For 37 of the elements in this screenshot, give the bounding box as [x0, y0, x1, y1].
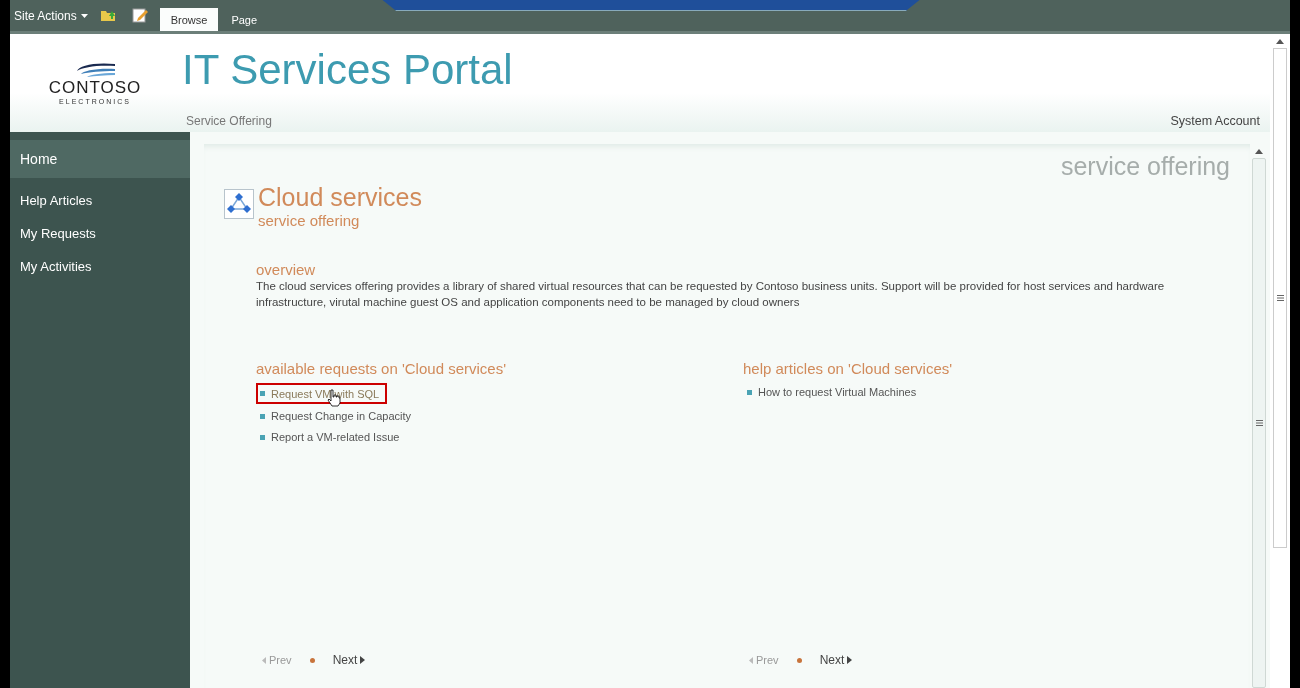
grip-icon [1276, 295, 1284, 301]
ribbon-tab[interactable]: Browse [159, 8, 219, 31]
scrollbar-thumb[interactable] [1273, 48, 1287, 548]
offering-title: Cloud services [258, 183, 422, 212]
grip-icon [1255, 420, 1263, 426]
triangle-left-icon [262, 656, 266, 664]
user-menu[interactable]: System Account [1170, 114, 1260, 128]
nav-item[interactable]: Help Articles [10, 184, 190, 217]
scrollbar-thumb[interactable] [1252, 158, 1266, 688]
ribbon-tab[interactable]: Page [220, 8, 269, 31]
nav-item[interactable]: My Activities [10, 250, 190, 283]
edit-icon[interactable] [131, 7, 148, 23]
section-heading: overview [256, 261, 317, 278]
nav-item[interactable]: Home [10, 140, 190, 178]
request-link[interactable]: Report a VM-related Issue [256, 428, 408, 446]
breadcrumb[interactable]: Service Offering [182, 114, 272, 128]
page-dot-icon [796, 657, 802, 663]
nav-item[interactable]: My Requests [10, 217, 190, 250]
triangle-left-icon [749, 656, 753, 664]
site-title: IT Services Portal [182, 46, 514, 94]
section-heading: help articles on 'Cloud services' [743, 360, 954, 377]
request-link[interactable]: Request Change in Capacity [256, 407, 420, 425]
scroll-up-icon[interactable] [1255, 148, 1263, 154]
page-label: service offering [1060, 152, 1230, 181]
triangle-right-icon [360, 656, 366, 664]
overview-text: The cloud services offering provides a library of shared virtual resources that can be requested by Contoso business units. Support will be provided for host services and hardware infrastructure, virutal machine guest OS and application components need to be managed by cloud owners [256, 279, 1166, 310]
network-icon [224, 189, 254, 219]
next-button[interactable]: Next [813, 652, 859, 668]
caret-icon [80, 13, 88, 18]
next-button[interactable]: Next [326, 652, 372, 668]
triangle-right-icon [847, 656, 853, 664]
offering-subtitle: service offering [258, 212, 361, 229]
page-dot-icon [309, 657, 315, 663]
site-actions-menu[interactable]: Site Actions [14, 0, 94, 31]
request-link[interactable]: How to request Virtual Machines [743, 383, 925, 401]
section-heading: available requests on 'Cloud services' [256, 360, 508, 377]
scroll-up-icon[interactable] [1276, 38, 1284, 44]
